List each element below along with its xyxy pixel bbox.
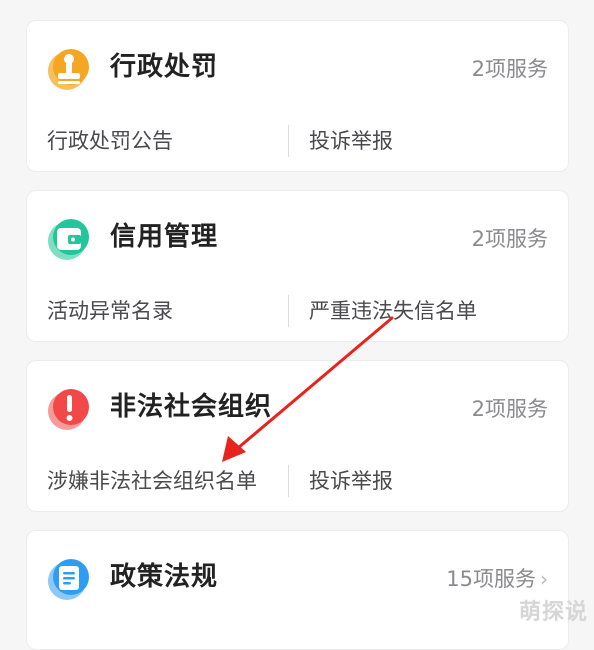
alert-icon <box>45 385 93 433</box>
service-count: 15项服务 › <box>446 565 548 593</box>
divider <box>288 125 289 157</box>
link-penalty-announcement[interactable]: 行政处罚公告 <box>47 127 173 155</box>
card-title: 非法社会组织 <box>110 392 273 422</box>
service-links: 涉嫌非法社会组织名单 投诉举报 <box>27 453 568 503</box>
wallet-icon <box>45 215 93 263</box>
service-count: 2项服务 <box>471 57 548 81</box>
link-serious-violation-list[interactable]: 严重违法失信名单 <box>309 297 477 325</box>
service-count-text: 15项服务 <box>446 567 536 591</box>
service-links: 行政处罚公告 投诉举报 <box>27 113 568 163</box>
card-header[interactable]: 信用管理 2项服务 <box>27 191 568 283</box>
link-complaint-report[interactable]: 投诉举报 <box>309 467 393 495</box>
card-policy-regulations: 政策法规 15项服务 › <box>26 530 569 650</box>
service-count: 2项服务 <box>471 397 548 421</box>
link-complaint-report[interactable]: 投诉举报 <box>309 127 393 155</box>
card-illegal-social-organization: 非法社会组织 2项服务 涉嫌非法社会组织名单 投诉举报 <box>26 360 569 512</box>
service-count: 2项服务 <box>471 227 548 251</box>
notebook-icon <box>45 555 93 603</box>
divider <box>288 295 289 327</box>
card-header[interactable]: 行政处罚 2项服务 <box>27 21 568 113</box>
stamp-icon <box>45 45 93 93</box>
card-credit-management: 信用管理 2项服务 活动异常名录 严重违法失信名单 <box>26 190 569 342</box>
card-header[interactable]: 政策法规 15项服务 › <box>27 531 568 623</box>
card-title: 信用管理 <box>110 222 219 252</box>
link-suspected-illegal-org-list[interactable]: 涉嫌非法社会组织名单 <box>47 467 257 495</box>
chevron-right-icon: › <box>540 567 548 591</box>
card-administrative-penalty: 行政处罚 2项服务 行政处罚公告 投诉举报 <box>26 20 569 172</box>
watermark: 萌探说 <box>518 600 588 625</box>
card-title: 政策法规 <box>110 562 219 592</box>
link-abnormal-operation-list[interactable]: 活动异常名录 <box>47 297 173 325</box>
card-header[interactable]: 非法社会组织 2项服务 <box>27 361 568 453</box>
divider <box>288 465 289 497</box>
service-links: 活动异常名录 严重违法失信名单 <box>27 283 568 333</box>
card-title: 行政处罚 <box>110 52 219 82</box>
